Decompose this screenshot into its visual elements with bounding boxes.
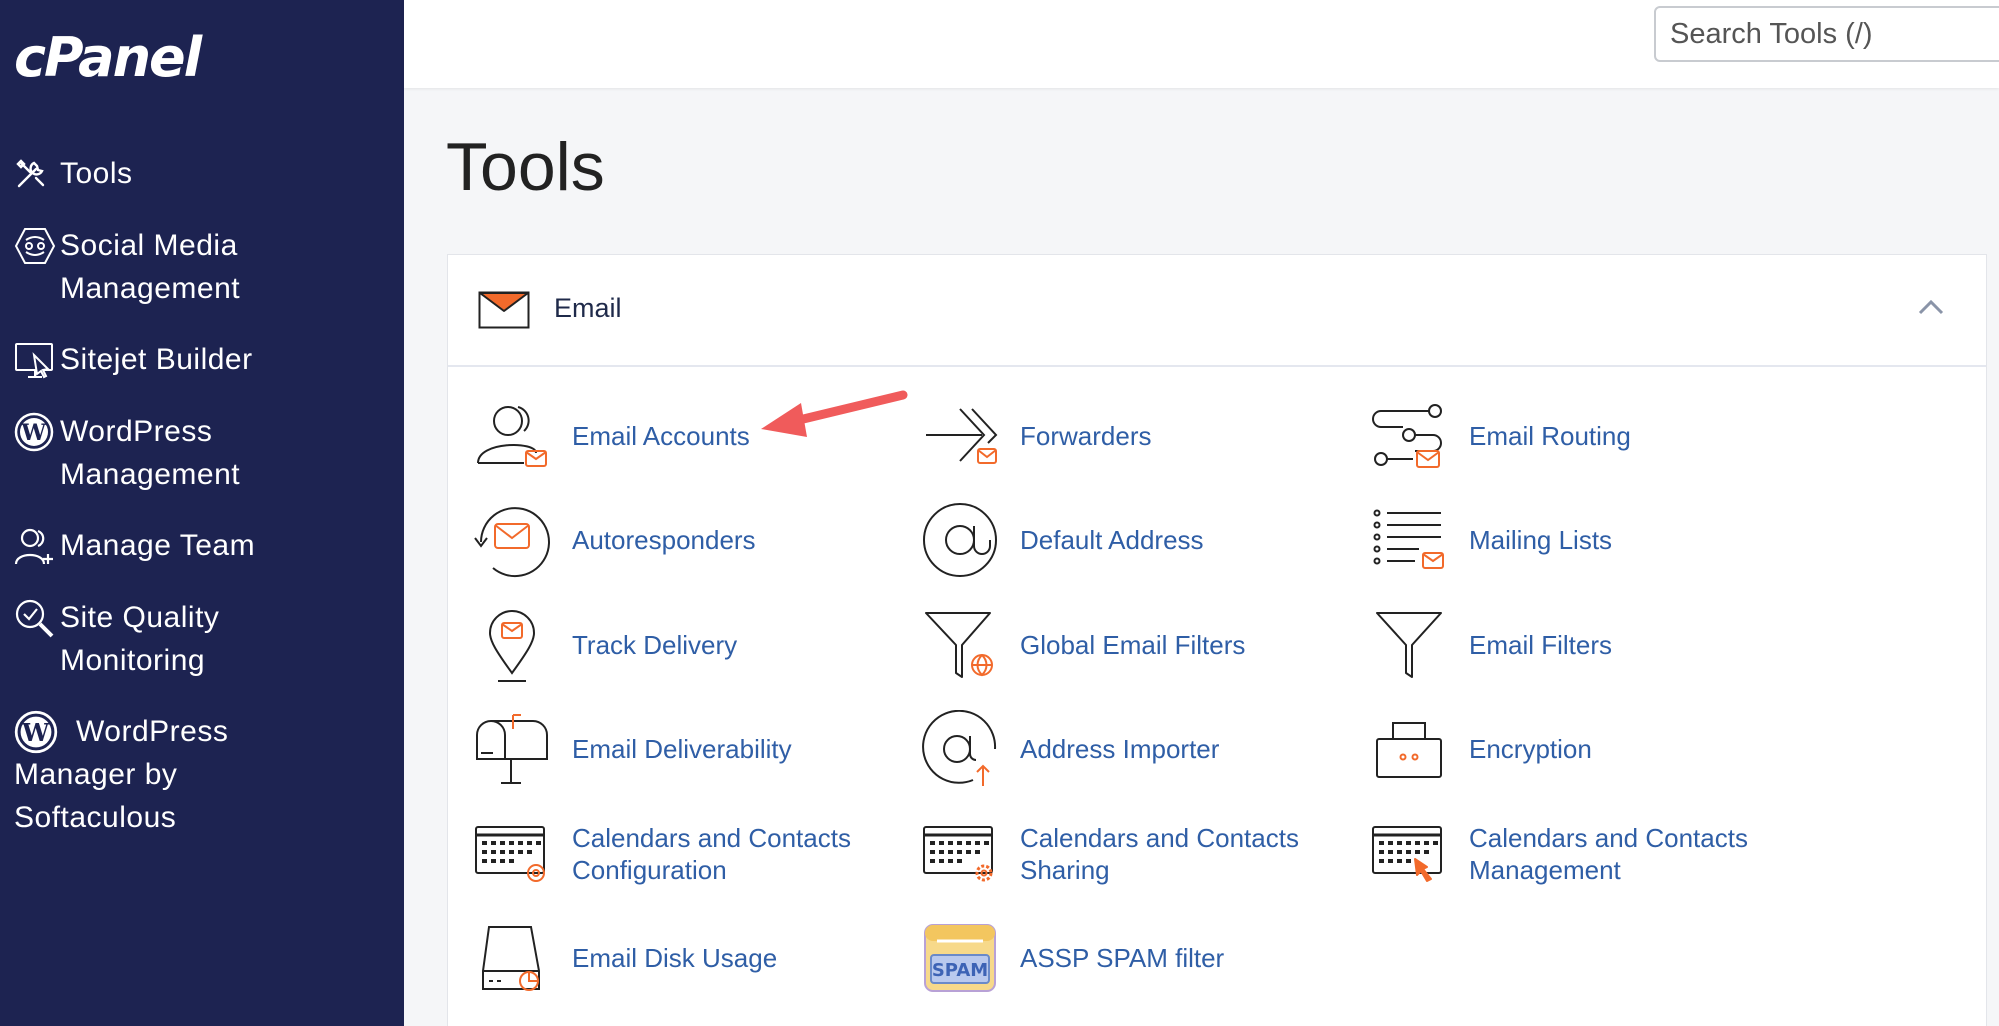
- encryption-icon: [1369, 709, 1449, 789]
- sidebar-item-label: Sitejet Builder: [60, 343, 253, 376]
- tool-calendars-contacts-configuration[interactable]: Calendars and Contacts Configuration: [472, 814, 872, 894]
- email-accounts-icon: [472, 396, 552, 476]
- sidebar-item-label: Tools: [60, 157, 133, 190]
- tool-label: Autoresponders: [572, 525, 756, 555]
- tool-label: Calendars and Contacts Configuration: [572, 823, 851, 885]
- tool-calendars-contacts-sharing[interactable]: Calendars and Contacts Sharing: [920, 814, 1320, 894]
- tool-mailing-lists[interactable]: Mailing Lists: [1369, 500, 1769, 580]
- tool-address-importer[interactable]: Address Importer: [920, 709, 1320, 789]
- tool-label: Global Email Filters: [1020, 630, 1246, 660]
- email-deliverability-icon: [472, 709, 552, 789]
- tool-label: Forwarders: [1020, 421, 1152, 451]
- search-input[interactable]: [1654, 6, 1999, 62]
- sidebar: cPanel Tools Social Media Management Sit…: [0, 0, 404, 1026]
- default-address-icon: [920, 500, 1000, 580]
- email-routing-icon: [1369, 396, 1449, 476]
- email-disk-usage-icon: [472, 918, 552, 998]
- global-email-filters-icon: [920, 605, 1000, 685]
- sidebar-item-manage-team[interactable]: Manage Team: [14, 524, 360, 567]
- manage-team-icon: [14, 524, 60, 567]
- sidebar-item-label: Manage Team: [60, 529, 256, 562]
- tool-autoresponders[interactable]: Autoresponders: [472, 500, 872, 580]
- svg-text:W: W: [21, 717, 50, 746]
- sidebar-item-site-quality[interactable]: Site Quality Monitoring: [14, 596, 360, 682]
- tool-label: Default Address: [1020, 525, 1204, 555]
- tool-label: Email Filters: [1469, 630, 1613, 660]
- calendar-sharing-icon: [920, 814, 1000, 894]
- tool-calendars-contacts-management[interactable]: Calendars and Contacts Management: [1369, 814, 1769, 894]
- tool-label: Email Deliverability: [572, 734, 792, 764]
- tool-label: Calendars and Contacts Sharing: [1020, 823, 1299, 885]
- tool-track-delivery[interactable]: Track Delivery: [472, 605, 872, 685]
- track-delivery-icon: [472, 605, 552, 685]
- tool-default-address[interactable]: Default Address: [920, 500, 1320, 580]
- spam-filter-icon: SPAM: [920, 918, 1000, 998]
- sitejet-icon: [14, 338, 60, 381]
- email-panel-header[interactable]: Email: [448, 255, 1986, 367]
- annotation-arrow-icon: [761, 390, 908, 437]
- mailing-lists-icon: [1369, 500, 1449, 580]
- tool-label: Mailing Lists: [1469, 525, 1613, 555]
- email-filters-icon: [1369, 605, 1449, 685]
- tool-label: Address Importer: [1020, 734, 1220, 764]
- tool-global-email-filters[interactable]: Global Email Filters: [920, 605, 1320, 685]
- tool-label: Track Delivery: [572, 630, 738, 660]
- address-importer-icon: [920, 709, 1000, 789]
- tool-encryption[interactable]: Encryption: [1369, 709, 1769, 789]
- tool-label: Email Disk Usage: [572, 943, 778, 973]
- tool-label: Email Routing: [1469, 421, 1631, 451]
- site-quality-icon: [14, 596, 60, 639]
- sidebar-item-label: WordPress Management: [60, 415, 241, 491]
- page-title: Tools: [446, 129, 605, 205]
- sidebar-item-sitejet[interactable]: Sitejet Builder: [14, 338, 360, 381]
- tool-email-deliverability[interactable]: Email Deliverability: [472, 709, 872, 789]
- tool-forwarders[interactable]: Forwarders: [920, 396, 1320, 476]
- tool-email-filters[interactable]: Email Filters: [1369, 605, 1769, 685]
- sidebar-item-tools[interactable]: Tools: [14, 152, 360, 195]
- tool-assp-spam-filter[interactable]: SPAM ASSP SPAM filter: [920, 918, 1320, 998]
- sidebar-item-wordpress-management[interactable]: W WordPress Management: [14, 410, 360, 496]
- autoresponders-icon: [472, 500, 552, 580]
- calendar-config-icon: [472, 814, 552, 894]
- svg-text:W: W: [20, 420, 46, 446]
- tool-label: Encryption: [1469, 734, 1592, 764]
- sidebar-item-label: Social Media Management: [60, 229, 241, 305]
- cpanel-logo[interactable]: cPanel: [14, 26, 202, 89]
- wordpress-icon: W: [14, 410, 60, 453]
- chevron-up-icon[interactable]: [1918, 299, 1944, 320]
- wordpress-icon: W: [14, 710, 76, 753]
- tool-label: Calendars and Contacts Management: [1469, 823, 1748, 885]
- sidebar-item-social-media[interactable]: Social Media Management: [14, 224, 360, 310]
- envelope-icon: [478, 291, 530, 334]
- spam-badge-text: SPAM: [932, 960, 988, 981]
- sidebar-item-wordpress-softaculous[interactable]: W WordPress Manager by Softaculous: [14, 710, 314, 839]
- tool-email-routing[interactable]: Email Routing: [1369, 396, 1769, 476]
- forwarders-icon: [920, 396, 1000, 476]
- social-media-icon: [14, 224, 60, 267]
- sidebar-item-label: Site Quality Monitoring: [60, 601, 220, 677]
- calendar-management-icon: [1369, 814, 1449, 894]
- email-section-title: Email: [554, 293, 622, 323]
- tools-icon: [14, 152, 60, 195]
- tool-email-disk-usage[interactable]: Email Disk Usage: [472, 918, 872, 998]
- tool-label: ASSP SPAM filter: [1020, 943, 1225, 973]
